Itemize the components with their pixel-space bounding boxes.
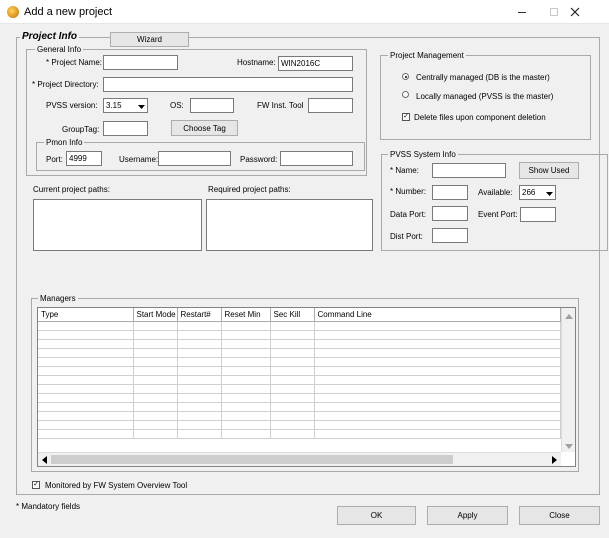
pvss-version-label: PVSS version: [46, 101, 98, 110]
pvss-system-info-title: PVSS System Info [388, 150, 458, 159]
scroll-right-icon[interactable] [552, 456, 557, 466]
pvss-version-value: 3.15 [106, 101, 122, 110]
table-row[interactable] [38, 420, 561, 430]
project-info-title: Project Info [20, 31, 80, 43]
table-row[interactable] [38, 384, 561, 394]
apply-button[interactable]: Apply [427, 506, 508, 525]
system-name-label: * Name: [390, 166, 419, 175]
scroll-down-icon[interactable] [565, 442, 573, 451]
locally-managed-label: Locally managed (PVSS is the master) [416, 92, 554, 101]
project-directory-label: * Project Directory: [32, 80, 99, 89]
system-number-input[interactable] [432, 185, 468, 200]
choose-tag-button[interactable]: Choose Tag [171, 120, 238, 136]
centrally-managed-label: Centrally managed (DB is the master) [416, 73, 550, 82]
chevron-down-icon[interactable] [546, 190, 553, 199]
horizontal-scroll-thumb[interactable] [51, 455, 453, 464]
required-paths-label: Required project paths: [208, 185, 291, 194]
os-label: OS: [170, 101, 184, 110]
locally-managed-radio[interactable] [402, 91, 409, 98]
hostname-label: Hostname: [237, 58, 276, 67]
scroll-left-icon[interactable] [42, 456, 47, 466]
available-value: 266 [522, 188, 536, 197]
password-input[interactable] [280, 151, 353, 166]
pmon-info-title: Pmon Info [44, 138, 85, 147]
port-label: Port: [46, 155, 63, 164]
fw-inst-tool-label: FW Inst. Tool [257, 101, 304, 110]
show-used-button[interactable]: Show Used [519, 162, 579, 179]
username-label: Username: [119, 155, 159, 164]
ok-button[interactable]: OK [337, 506, 416, 525]
close-icon[interactable] [563, 3, 587, 21]
vertical-scrollbar[interactable] [561, 308, 575, 452]
group-tag-input[interactable] [103, 121, 148, 136]
scroll-up-icon[interactable] [565, 312, 573, 321]
dist-port-label: Dist Port: [390, 232, 423, 241]
event-port-input[interactable] [520, 207, 556, 222]
data-port-label: Data Port: [390, 210, 427, 219]
monitored-checkbox[interactable]: ✓ [32, 481, 40, 489]
group-tag-label: GroupTag: [62, 125, 100, 134]
column-reset-min[interactable]: Reset Min [221, 308, 271, 322]
table-row[interactable] [38, 366, 561, 376]
password-label: Password: [240, 155, 278, 164]
os-input[interactable] [190, 98, 234, 113]
managers-header-row: Type Start Mode Restart# Reset Min Sec K… [38, 308, 561, 322]
event-port-label: Event Port: [478, 210, 518, 219]
managers-title: Managers [38, 294, 78, 303]
delete-files-checkbox[interactable]: ✓ [402, 113, 410, 121]
wizard-button[interactable]: Wizard [110, 32, 189, 47]
data-port-input[interactable] [432, 206, 468, 221]
project-management-title: Project Management [388, 51, 466, 60]
system-number-label: * Number: [390, 187, 427, 196]
table-row[interactable] [38, 321, 561, 331]
managers-table-container: Type Start Mode Restart# Reset Min Sec K… [37, 307, 576, 467]
monitored-label: Monitored by FW System Overview Tool [45, 481, 188, 490]
table-row[interactable] [38, 330, 561, 340]
column-type[interactable]: Type [38, 308, 134, 322]
dist-port-input[interactable] [432, 228, 468, 243]
general-info-title: General Info [35, 45, 84, 54]
project-name-label: * Project Name: [46, 58, 103, 67]
close-button[interactable]: Close [519, 506, 600, 525]
column-start-mode[interactable]: Start Mode [133, 308, 178, 322]
hostname-input[interactable]: WIN2016C [278, 56, 353, 71]
app-icon [7, 6, 19, 18]
table-row[interactable] [38, 375, 561, 385]
horizontal-scrollbar[interactable] [38, 452, 561, 466]
fw-inst-tool-input[interactable] [308, 98, 353, 113]
required-paths-list[interactable] [206, 199, 373, 251]
current-paths-list[interactable] [33, 199, 202, 251]
column-restart[interactable]: Restart# [177, 308, 222, 322]
current-paths-label: Current project paths: [33, 185, 110, 194]
minimize-icon[interactable] [510, 3, 534, 21]
project-name-input[interactable] [103, 55, 178, 70]
table-row[interactable] [38, 411, 561, 421]
system-name-input[interactable] [432, 163, 506, 178]
chevron-down-icon[interactable] [138, 103, 145, 112]
column-sec-kill[interactable]: Sec Kill [270, 308, 315, 322]
table-row[interactable] [38, 393, 561, 403]
table-row[interactable] [38, 402, 561, 412]
column-command-line[interactable]: Command Line [314, 308, 561, 322]
delete-files-label: Delete files upon component deletion [414, 113, 546, 122]
project-directory-input[interactable] [103, 77, 353, 92]
table-row[interactable] [38, 348, 561, 358]
table-row[interactable] [38, 339, 561, 349]
mandatory-note: * Mandatory fields [16, 502, 81, 511]
available-label: Available: [478, 188, 513, 197]
table-row[interactable] [38, 429, 561, 439]
table-row[interactable] [38, 357, 561, 367]
port-input[interactable]: 4999 [66, 151, 102, 166]
username-input[interactable] [158, 151, 231, 166]
managers-table: Type Start Mode Restart# Reset Min Sec K… [38, 308, 561, 439]
window-title: Add a new project [24, 6, 113, 18]
centrally-managed-radio[interactable] [402, 73, 409, 80]
